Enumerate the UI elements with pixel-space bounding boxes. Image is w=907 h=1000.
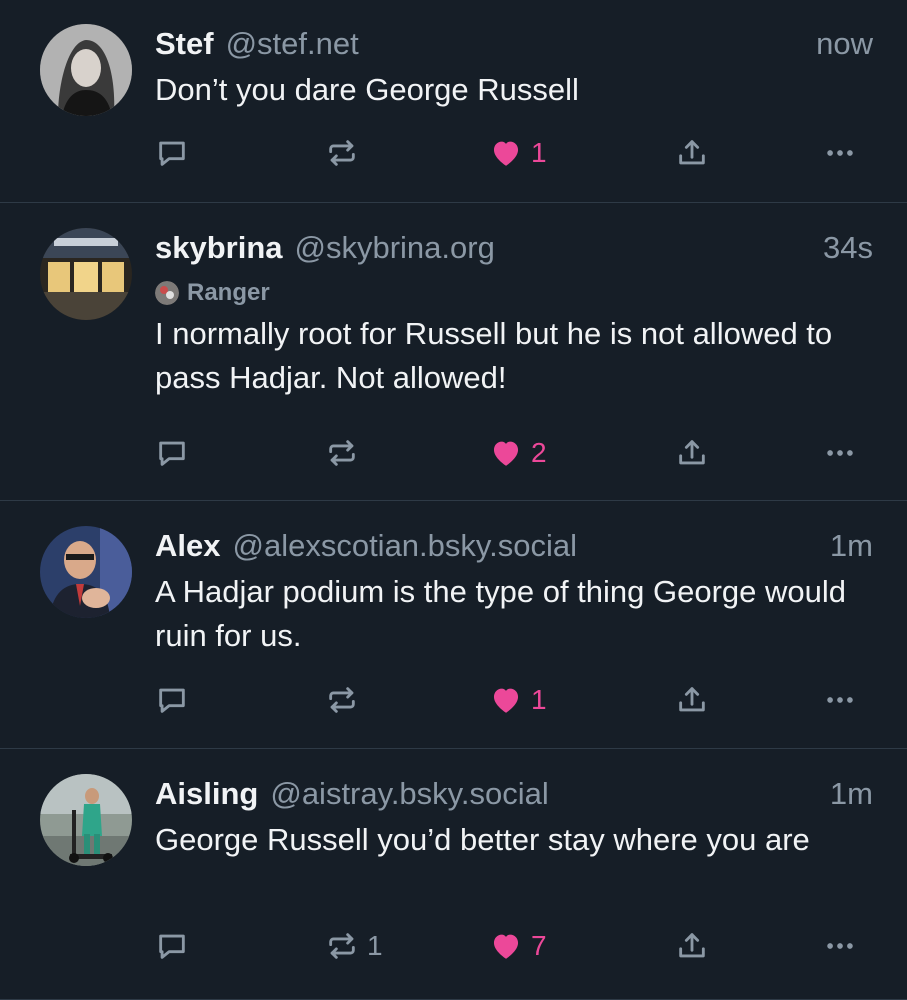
share-button[interactable]	[675, 433, 709, 473]
ranger-badge-icon	[155, 281, 179, 305]
more-options-button[interactable]	[823, 133, 857, 173]
like-count: 1	[531, 137, 547, 168]
share-icon	[675, 136, 709, 170]
more-options-button[interactable]	[823, 680, 857, 720]
like-button[interactable]: 7	[489, 926, 547, 966]
share-icon	[675, 929, 709, 963]
reply-button[interactable]	[155, 133, 197, 173]
repost-button[interactable]	[325, 433, 367, 473]
avatar[interactable]	[40, 24, 132, 116]
post-timestamp[interactable]: 34s	[811, 228, 873, 268]
share-icon	[675, 683, 709, 717]
heart-icon	[489, 929, 523, 963]
share-button[interactable]	[675, 133, 709, 173]
post-text: George Russell you’d better stay where y…	[155, 822, 810, 857]
repost-button[interactable]: 1	[325, 926, 383, 966]
heart-icon	[489, 683, 523, 717]
post-actions: 1	[155, 133, 861, 173]
post-actions: 1 7	[155, 926, 861, 966]
feed-post[interactable]: Alex @alexscotian.bsky.social 1m A Hadja…	[0, 501, 907, 749]
like-button[interactable]: 2	[489, 433, 547, 473]
author-name[interactable]: skybrina	[155, 228, 283, 268]
share-icon	[675, 436, 709, 470]
repost-icon	[325, 929, 359, 963]
repost-button[interactable]	[325, 680, 367, 720]
like-count: 2	[531, 437, 547, 468]
user-label-text: Ranger	[187, 279, 270, 306]
author-name[interactable]: Stef	[155, 24, 214, 64]
author-name[interactable]: Aisling	[155, 774, 258, 814]
heart-icon	[489, 436, 523, 470]
share-button[interactable]	[675, 680, 709, 720]
reply-icon	[155, 436, 189, 470]
avatar[interactable]	[40, 774, 132, 866]
reply-icon	[155, 683, 189, 717]
post-timestamp[interactable]: 1m	[818, 774, 873, 814]
heart-icon	[489, 136, 523, 170]
feed-post[interactable]: Stef @stef.net now Don’t you dare George…	[0, 0, 907, 203]
repost-icon	[325, 436, 359, 470]
avatar[interactable]	[40, 526, 132, 618]
more-dots-icon	[823, 929, 857, 963]
more-options-button[interactable]	[823, 433, 857, 473]
like-button[interactable]: 1	[489, 133, 547, 173]
share-button[interactable]	[675, 926, 709, 966]
author-name[interactable]: Alex	[155, 526, 220, 566]
author-handle[interactable]: @alexscotian.bsky.social	[232, 526, 576, 566]
reply-button[interactable]	[155, 680, 197, 720]
post-timestamp[interactable]: 1m	[818, 526, 873, 566]
repost-button[interactable]	[325, 133, 367, 173]
repost-icon	[325, 683, 359, 717]
post-text: Don’t you dare George Russell	[155, 72, 579, 107]
user-label[interactable]: Ranger	[155, 278, 873, 308]
reply-icon	[155, 136, 189, 170]
feed-post[interactable]: Aisling @aistray.bsky.social 1m George R…	[0, 749, 907, 1000]
post-actions: 1	[155, 680, 861, 720]
avatar[interactable]	[40, 228, 132, 320]
post-timestamp[interactable]: now	[804, 24, 873, 64]
post-text: A Hadjar podium is the type of thing Geo…	[155, 574, 847, 653]
feed: Stef @stef.net now Don’t you dare George…	[0, 0, 907, 1000]
repost-count: 1	[367, 930, 383, 961]
post-actions: 2	[155, 433, 861, 473]
repost-icon	[325, 136, 359, 170]
like-count: 1	[531, 684, 547, 715]
like-count: 7	[531, 930, 547, 961]
feed-post[interactable]: skybrina @skybrina.org 34s Ranger I norm…	[0, 203, 907, 501]
reply-icon	[155, 929, 189, 963]
more-dots-icon	[823, 683, 857, 717]
like-button[interactable]: 1	[489, 680, 547, 720]
author-handle[interactable]: @stef.net	[226, 24, 359, 64]
reply-button[interactable]	[155, 926, 197, 966]
author-handle[interactable]: @skybrina.org	[295, 228, 495, 268]
post-text: I normally root for Russell but he is no…	[155, 316, 833, 395]
more-dots-icon	[823, 436, 857, 470]
author-handle[interactable]: @aistray.bsky.social	[270, 774, 548, 814]
more-options-button[interactable]	[823, 926, 857, 966]
more-dots-icon	[823, 136, 857, 170]
reply-button[interactable]	[155, 433, 197, 473]
